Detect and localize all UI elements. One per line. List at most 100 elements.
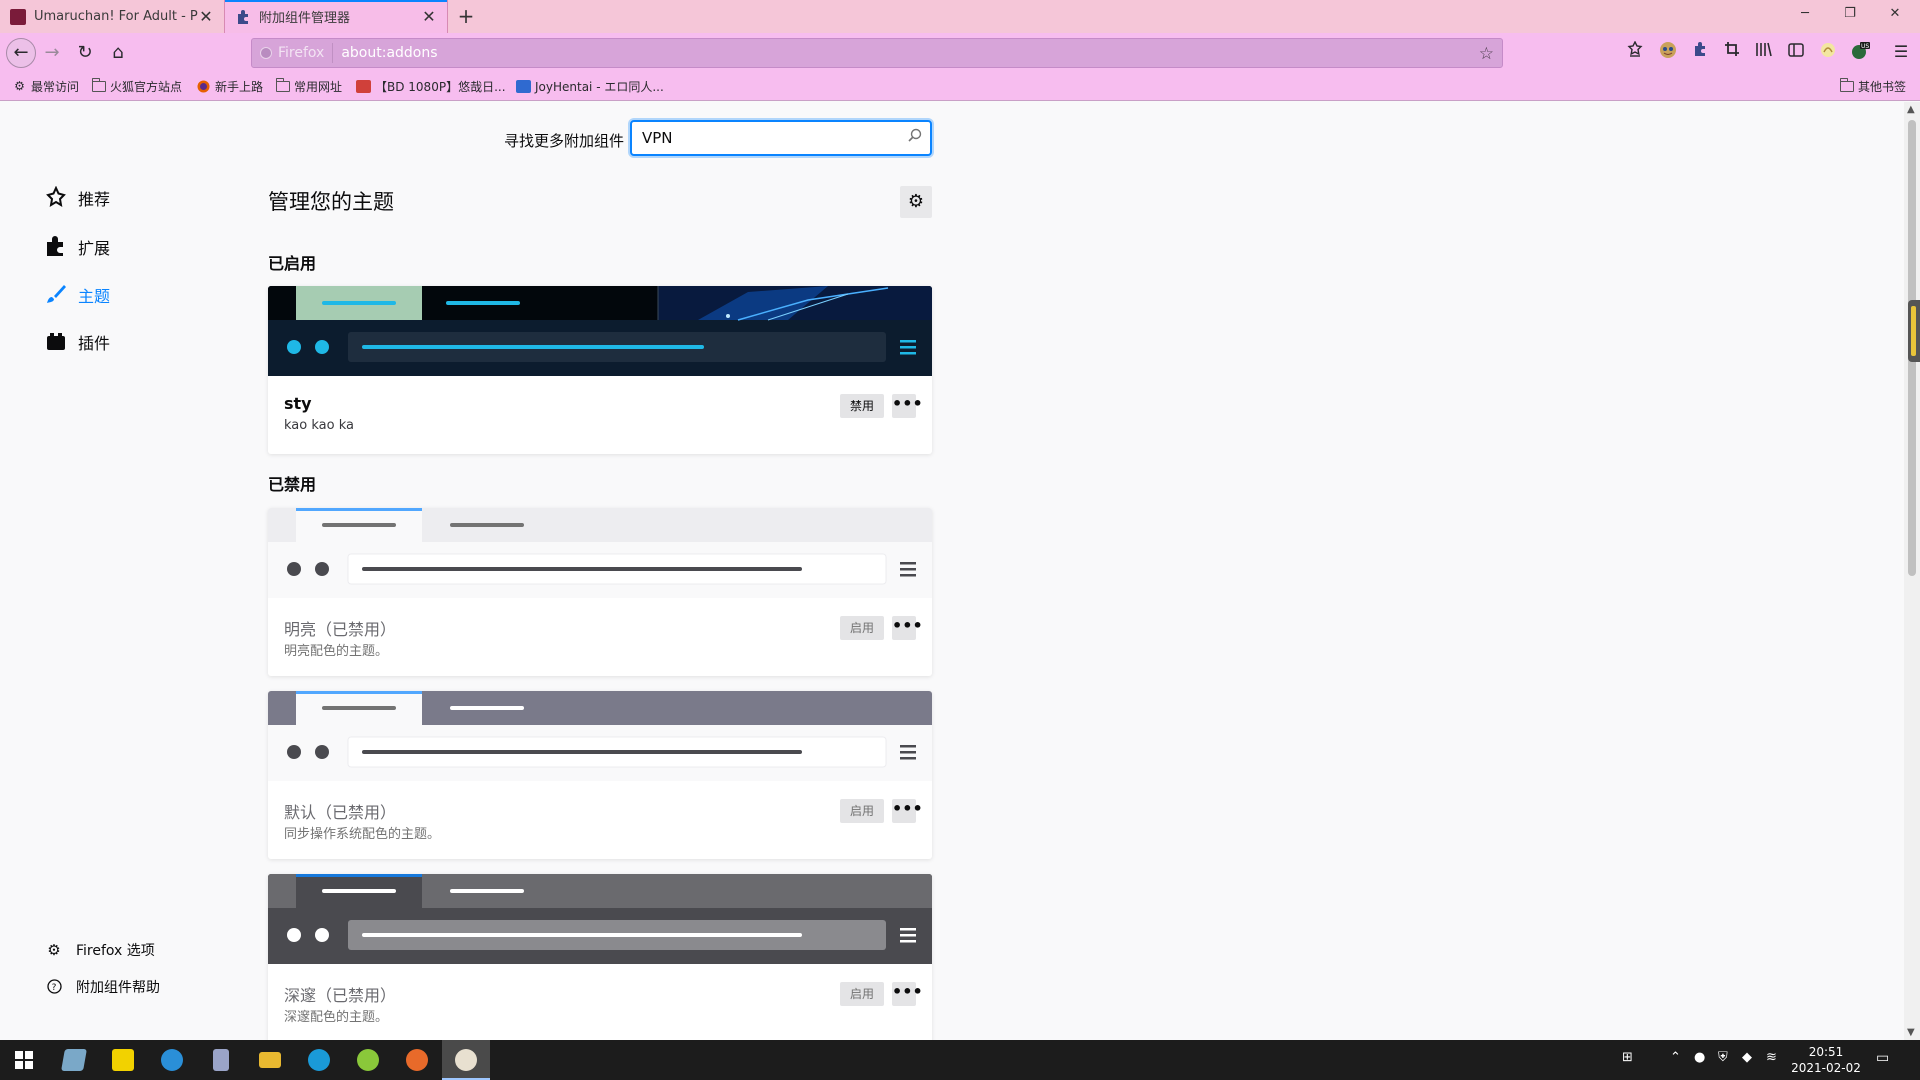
home-button[interactable]: ⌂ <box>106 41 130 65</box>
bookmark-joyhentai[interactable]: JoyHentai - エロ同人... <box>516 78 664 95</box>
theme-card-dark[interactable]: 深邃（已禁用） 深邃配色的主题。 启用 ••• <box>268 874 932 1054</box>
disable-button[interactable]: 禁用 <box>840 394 884 418</box>
reload-button[interactable]: ↻ <box>73 41 97 65</box>
bookmark-label: 新手上路 <box>215 80 264 94</box>
search-input[interactable] <box>642 128 892 148</box>
archive-icon <box>213 1049 229 1071</box>
url-text[interactable]: about:addons <box>333 45 437 61</box>
firefox-icon <box>260 47 272 59</box>
file-explorer-app[interactable] <box>246 1040 294 1080</box>
page-title: 管理您的主题 <box>268 190 394 214</box>
side-panel-tab[interactable] <box>1908 300 1920 362</box>
notification-center-icon[interactable]: ▭ <box>1876 1050 1889 1066</box>
menu-icon[interactable]: ☰ <box>1890 41 1912 63</box>
feather-app[interactable] <box>148 1040 196 1080</box>
theme-preview <box>268 691 932 781</box>
new-tab-button[interactable]: + <box>455 5 477 27</box>
window-close-button[interactable]: ✕ <box>1885 6 1905 21</box>
search-icon[interactable] <box>908 128 922 146</box>
clock[interactable]: 20:51 2021-02-02 <box>1790 1044 1862 1076</box>
tab-umaruchan[interactable]: Umaruchan! For Adult - Pag ✕ <box>0 0 224 33</box>
close-icon[interactable]: ✕ <box>421 7 437 26</box>
scroll-up-icon[interactable]: ▲ <box>1907 104 1915 115</box>
avatar-icon[interactable] <box>1657 41 1679 63</box>
more-options-button[interactable]: ••• <box>892 799 923 823</box>
theme-name: 默认（已禁用） <box>284 803 397 822</box>
more-options-button[interactable]: ••• <box>892 616 923 640</box>
search-box[interactable] <box>630 120 932 156</box>
url-bar[interactable]: Firefox about:addons ☆ <box>251 38 1503 68</box>
firefox-app[interactable] <box>393 1040 441 1080</box>
start-button[interactable] <box>0 1040 48 1080</box>
brush-icon <box>44 283 68 307</box>
bookmark-common-sites[interactable]: 常用网址 <box>275 78 342 95</box>
edge-app[interactable] <box>295 1040 343 1080</box>
recommended-icon <box>44 185 68 210</box>
notes-app[interactable] <box>50 1040 98 1080</box>
help-icon: ? <box>46 979 62 995</box>
category-plugins[interactable]: 插件 <box>44 330 110 354</box>
folder-icon <box>91 78 106 92</box>
bookmark-star-icon[interactable]: ☆ <box>1479 44 1494 64</box>
green-app[interactable] <box>344 1040 392 1080</box>
puzzle-icon <box>235 9 251 25</box>
theme-name: 深邃（已禁用） <box>284 986 397 1005</box>
reading-list-icon[interactable] <box>1624 40 1646 63</box>
addon-icon[interactable] <box>1817 41 1839 63</box>
extensions-icon[interactable] <box>1689 41 1711 63</box>
enable-button[interactable]: 启用 <box>840 799 884 823</box>
bookmark-firefox-official[interactable]: 火狐官方站点 <box>91 78 183 95</box>
bookmark-getting-started[interactable]: 新手上路 <box>196 78 263 95</box>
windows-logo-icon <box>15 1051 33 1069</box>
identity-label: Firefox <box>278 45 325 61</box>
tools-gear-button[interactable]: ⚙ <box>900 186 932 218</box>
firefox-options-link[interactable]: ⚙ Firefox 选项 <box>46 940 155 960</box>
show-hidden-icons-icon[interactable]: ⌃ <box>1670 1050 1681 1065</box>
back-button[interactable]: ← <box>6 38 36 68</box>
qq-icon[interactable]: ● <box>1694 1050 1705 1065</box>
archive-app[interactable] <box>197 1040 245 1080</box>
theme-name: sty <box>284 394 312 413</box>
enable-button[interactable]: 启用 <box>840 982 884 1006</box>
enable-button[interactable]: 启用 <box>840 616 884 640</box>
forward-button[interactable]: → <box>40 41 64 65</box>
shield-icon[interactable]: ⛨ <box>1718 1050 1728 1065</box>
theme-card-default[interactable]: 默认（已禁用） 同步操作系统配色的主题。 启用 ••• <box>268 691 932 859</box>
svg-text:US: US <box>1861 43 1869 50</box>
category-extensions[interactable]: 扩展 <box>44 235 110 259</box>
sticky-notes-app[interactable] <box>99 1040 147 1080</box>
app-icon <box>455 1049 477 1071</box>
vpn-icon[interactable]: US <box>1849 41 1871 63</box>
bookmark-label: 火狐官方站点 <box>110 80 183 94</box>
bookmark-most-visited[interactable]: ⚙ 最常访问 <box>12 78 79 95</box>
library-icon[interactable] <box>1753 41 1775 63</box>
minimize-button[interactable]: ─ <box>1795 6 1815 21</box>
bookmark-other[interactable]: 其他书签 <box>1839 78 1907 95</box>
input-method-icon[interactable]: ⊞ <box>1622 1050 1633 1065</box>
wifi-icon[interactable]: ≋ <box>1766 1050 1777 1065</box>
more-options-button[interactable]: ••• <box>892 394 923 418</box>
page-scrollbar[interactable]: ▲ ▼ <box>1904 102 1920 1040</box>
addons-help-link[interactable]: ? 附加组件帮助 <box>46 977 160 997</box>
sidebar-icon[interactable] <box>1785 41 1807 63</box>
more-options-button[interactable]: ••• <box>892 982 923 1006</box>
tab-addons-manager[interactable]: 附加组件管理器 ✕ <box>224 0 448 33</box>
disabled-section-heading: 已禁用 <box>268 475 317 494</box>
category-recommended[interactable]: 推荐 <box>44 185 110 210</box>
maximize-button[interactable]: ❐ <box>1840 6 1860 21</box>
site-favicon-icon <box>10 8 26 25</box>
identity-box[interactable]: Firefox <box>252 43 334 63</box>
category-label: 扩展 <box>78 239 111 258</box>
crop-icon[interactable] <box>1721 41 1743 63</box>
category-themes[interactable]: 主题 <box>44 283 110 307</box>
theme-card-light[interactable]: 明亮（已禁用） 明亮配色的主题。 启用 ••• <box>268 508 932 676</box>
close-icon[interactable]: ✕ <box>198 7 214 26</box>
security-icon[interactable]: ◆ <box>1742 1050 1752 1065</box>
scroll-down-icon[interactable]: ▼ <box>1907 1027 1915 1038</box>
footer-help-label: 附加组件帮助 <box>76 980 160 996</box>
active-app[interactable] <box>442 1040 490 1080</box>
bookmark-bd-1080p[interactable]: 【BD 1080P】悠哉日... <box>356 78 506 95</box>
bookmark-label: 其他书签 <box>1858 80 1907 94</box>
theme-card-sty[interactable]: sty kao kao ka 禁用 ••• <box>268 286 932 454</box>
bookmark-label: 最常访问 <box>31 80 80 94</box>
